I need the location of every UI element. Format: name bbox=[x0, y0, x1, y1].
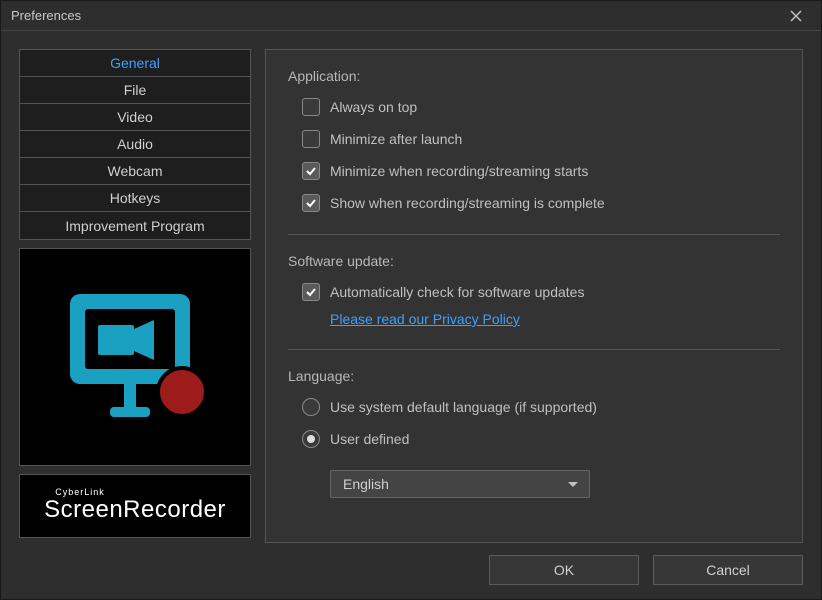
tab-file[interactable]: File bbox=[20, 77, 250, 104]
close-icon bbox=[790, 10, 802, 22]
tab-general[interactable]: General bbox=[20, 50, 250, 77]
preferences-window: Preferences General File Video Audio Web… bbox=[0, 0, 822, 600]
chevron-down-icon bbox=[567, 476, 579, 492]
option-label: User defined bbox=[330, 431, 409, 447]
privacy-policy-link[interactable]: Please read our Privacy Policy bbox=[330, 311, 520, 327]
ok-button[interactable]: OK bbox=[489, 555, 639, 585]
close-button[interactable] bbox=[781, 1, 811, 31]
option-minimize-after-launch[interactable]: Minimize after launch bbox=[288, 130, 780, 148]
option-label: Automatically check for software updates bbox=[330, 284, 584, 300]
titlebar: Preferences bbox=[1, 1, 821, 31]
option-always-on-top[interactable]: Always on top bbox=[288, 98, 780, 116]
radio-input-user-defined[interactable] bbox=[302, 430, 320, 448]
radio-user-defined[interactable]: User defined bbox=[288, 430, 780, 448]
tab-list: General File Video Audio Webcam Hotkeys … bbox=[19, 49, 251, 240]
app-logo-panel bbox=[19, 248, 251, 466]
checkbox-auto-update[interactable] bbox=[302, 283, 320, 301]
language-selected: English bbox=[343, 476, 389, 492]
footer: OK Cancel bbox=[1, 555, 821, 599]
tab-audio[interactable]: Audio bbox=[20, 131, 250, 158]
brand-panel: CyberLink ScreenRecorder bbox=[19, 474, 251, 538]
divider bbox=[288, 349, 780, 350]
section-title-language: Language: bbox=[288, 368, 780, 384]
language-select[interactable]: English bbox=[330, 470, 590, 498]
tab-improvement-program[interactable]: Improvement Program bbox=[20, 212, 250, 239]
content-panel: Application: Always on top Minimize afte… bbox=[265, 49, 803, 543]
section-title-application: Application: bbox=[288, 68, 780, 84]
radio-input-system-language[interactable] bbox=[302, 398, 320, 416]
option-minimize-on-start[interactable]: Minimize when recording/streaming starts bbox=[288, 162, 780, 180]
option-show-on-complete[interactable]: Show when recording/streaming is complet… bbox=[288, 194, 780, 212]
section-title-update: Software update: bbox=[288, 253, 780, 269]
window-title: Preferences bbox=[11, 8, 781, 23]
body: General File Video Audio Webcam Hotkeys … bbox=[1, 31, 821, 555]
brand-product: ScreenRecorder bbox=[44, 497, 226, 523]
option-auto-update[interactable]: Automatically check for software updates bbox=[288, 283, 780, 301]
option-label: Always on top bbox=[330, 99, 417, 115]
checkbox-always-on-top[interactable] bbox=[302, 98, 320, 116]
tab-webcam[interactable]: Webcam bbox=[20, 158, 250, 185]
checkbox-show-on-complete[interactable] bbox=[302, 194, 320, 212]
sidebar: General File Video Audio Webcam Hotkeys … bbox=[19, 49, 251, 543]
radio-system-language[interactable]: Use system default language (if supporte… bbox=[288, 398, 780, 416]
screen-recorder-icon bbox=[50, 282, 220, 432]
tab-hotkeys[interactable]: Hotkeys bbox=[20, 185, 250, 212]
divider bbox=[288, 234, 780, 235]
option-label: Show when recording/streaming is complet… bbox=[330, 195, 605, 211]
checkbox-minimize-on-start[interactable] bbox=[302, 162, 320, 180]
cancel-button[interactable]: Cancel bbox=[653, 555, 803, 585]
option-label: Minimize when recording/streaming starts bbox=[330, 163, 588, 179]
option-label: Minimize after launch bbox=[330, 131, 462, 147]
tab-video[interactable]: Video bbox=[20, 104, 250, 131]
checkbox-minimize-after-launch[interactable] bbox=[302, 130, 320, 148]
option-label: Use system default language (if supporte… bbox=[330, 399, 597, 415]
